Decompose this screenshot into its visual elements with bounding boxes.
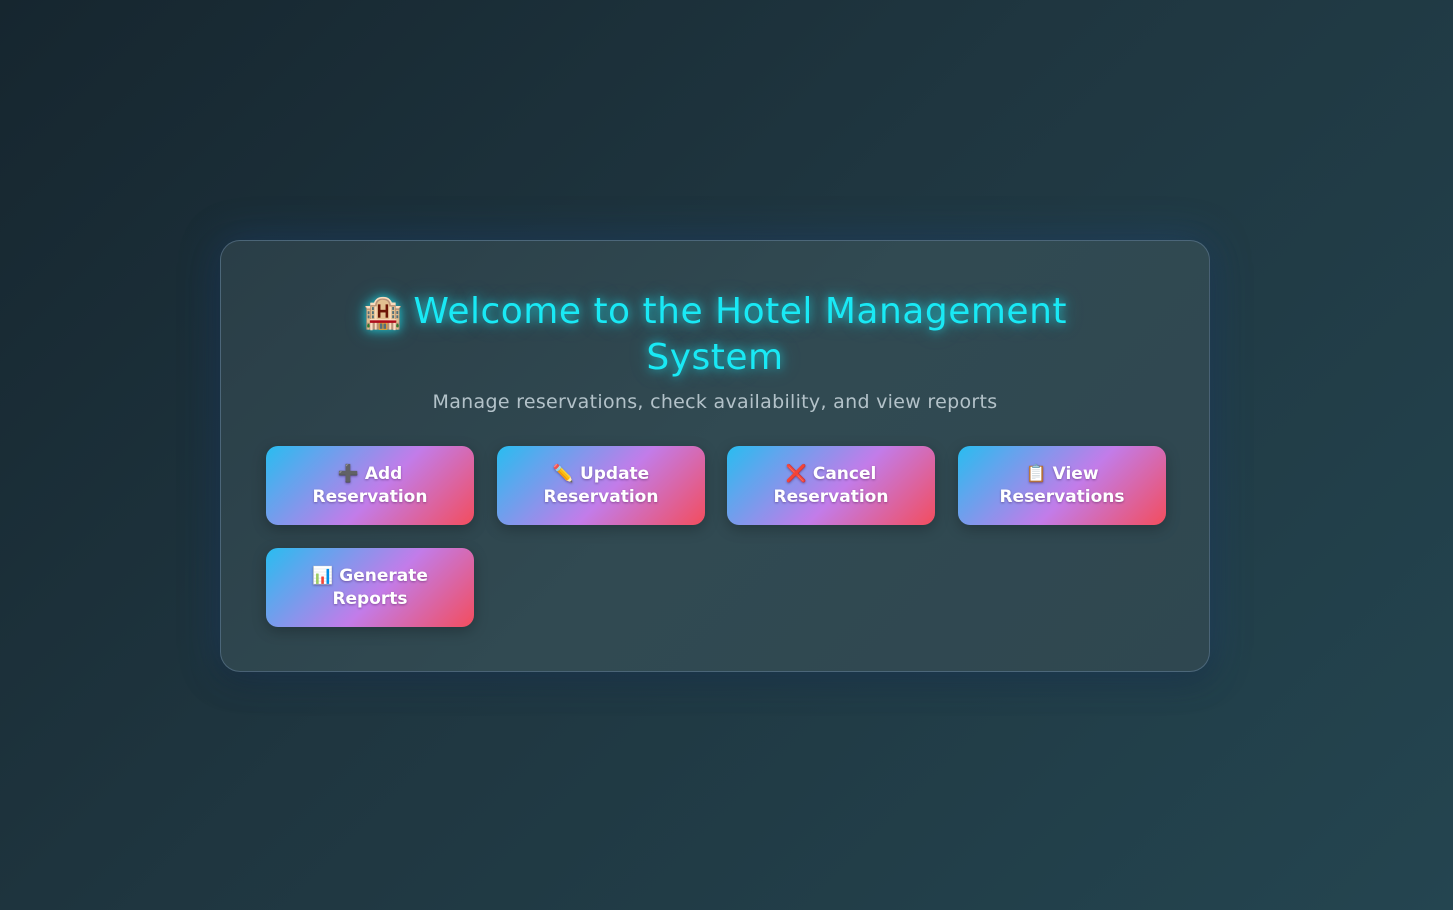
plus-icon: ➕ bbox=[337, 463, 359, 484]
page-subtitle: Manage reservations, check availability,… bbox=[432, 391, 998, 413]
clipboard-icon: 📋 bbox=[1025, 463, 1047, 484]
page-title-text: Welcome to the Hotel Management System bbox=[413, 291, 1068, 378]
add-reservation-button[interactable]: ➕ Add Reservation bbox=[266, 446, 474, 525]
bar-chart-icon: 📊 bbox=[312, 565, 334, 586]
update-reservation-button[interactable]: ✏️ Update Reservation bbox=[497, 446, 705, 525]
page-title: 🏨 Welcome to the Hotel Management System bbox=[221, 289, 1209, 381]
cross-icon: ❌ bbox=[785, 463, 807, 484]
main-card: 🏨 Welcome to the Hotel Management System … bbox=[220, 240, 1210, 672]
cancel-reservation-button[interactable]: ❌ Cancel Reservation bbox=[727, 446, 935, 525]
add-reservation-label: Add Reservation bbox=[312, 463, 428, 507]
view-reservations-button[interactable]: 📋 View Reservations bbox=[958, 446, 1166, 525]
pencil-icon: ✏️ bbox=[552, 463, 574, 484]
generate-reports-label: Generate Reports bbox=[332, 565, 428, 609]
hotel-icon: 🏨 bbox=[362, 293, 404, 331]
generate-reports-button[interactable]: 📊 Generate Reports bbox=[266, 548, 474, 627]
view-reservations-label: View Reservations bbox=[999, 463, 1125, 507]
